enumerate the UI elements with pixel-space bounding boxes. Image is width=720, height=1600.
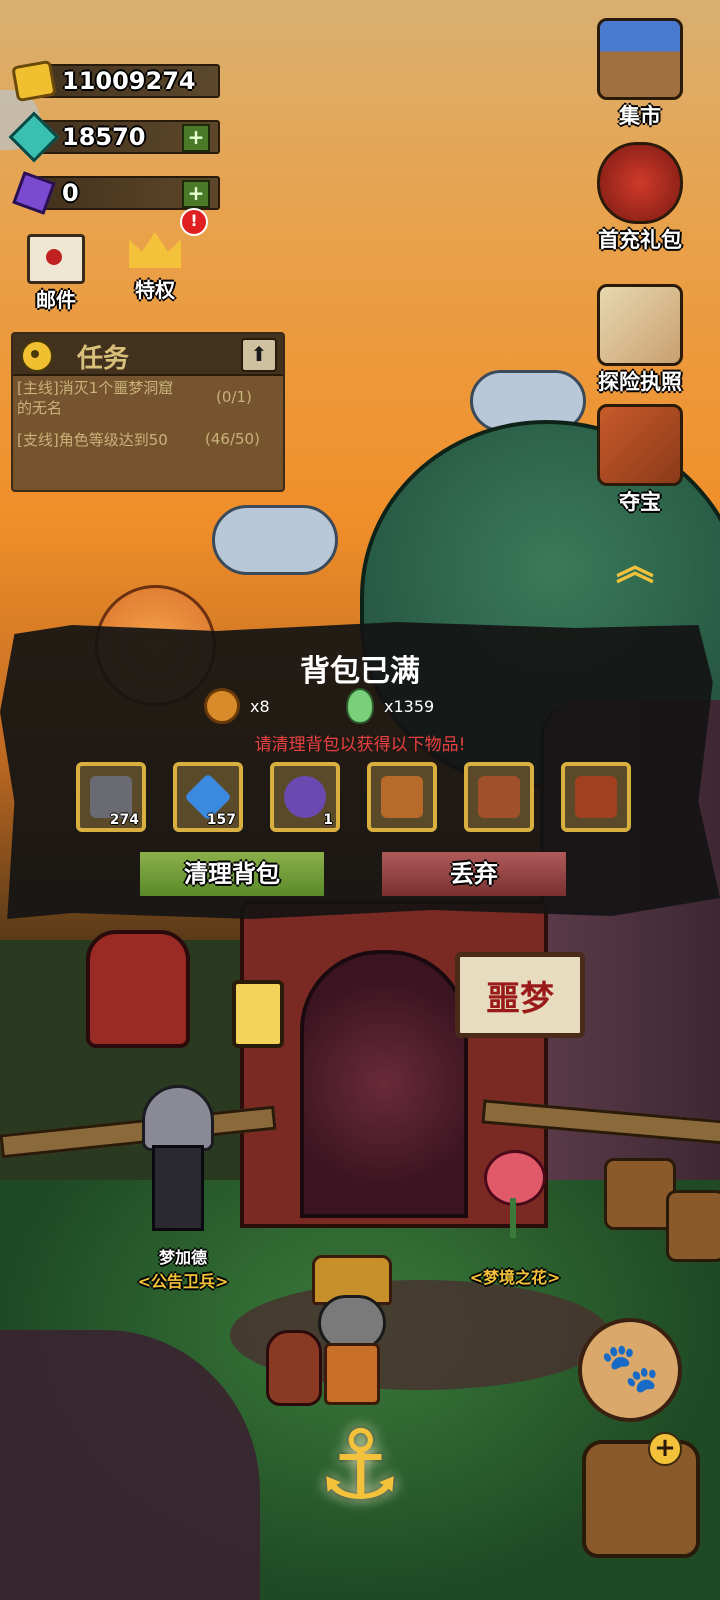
brown-book-icon (381, 776, 423, 818)
gold-value: 11009274 (62, 67, 196, 95)
quest-item[interactable]: [主线]消灭1个噩梦洞窟 的无名 (17, 378, 173, 418)
collapse-quest-button[interactable]: ⬆ (241, 338, 277, 372)
guard-npc-title: <公告卫兵> (137, 1272, 229, 1291)
quest-panel: 任务 ⬆ [主线]消灭1个噩梦洞窟 的无名 (0/1) [支线]角色等级达到50… (11, 332, 285, 492)
reward-amount: x1359 (384, 696, 435, 716)
purple-crystal-icon (12, 171, 56, 215)
gourd-icon (346, 688, 374, 724)
market-button[interactable]: 集市 (585, 18, 695, 130)
gold-icon (11, 59, 57, 103)
quest-progress: (46/50) (205, 430, 260, 448)
anchor-icon[interactable]: ⚓ (290, 1410, 430, 1520)
collapse-menu-chevron-icon[interactable]: ︽ (600, 546, 670, 586)
item-count: 157 (206, 812, 236, 828)
mail-button[interactable]: 邮件 (24, 234, 88, 313)
quest-header: 任务 ⬆ (13, 334, 283, 376)
eye-book-icon (478, 776, 520, 818)
item-slot[interactable] (561, 762, 631, 832)
search-icon[interactable] (21, 340, 53, 372)
gift-box-icon (597, 142, 683, 224)
item-slot[interactable]: 274 (76, 762, 146, 832)
mail-icon (27, 234, 85, 284)
cloud (212, 505, 338, 575)
gem-counter: 18570 + (8, 111, 220, 163)
mail-label: 邮件 (36, 288, 76, 312)
dialog-title: 背包已满 (300, 654, 420, 689)
quest-title: 任务 (77, 344, 130, 374)
coin-icon (204, 688, 240, 724)
quest-item[interactable]: [支线]角色等级达到50 (17, 430, 168, 450)
quest-text-line: 的无名 (17, 399, 63, 417)
gem-value: 18570 (62, 123, 146, 151)
lantern (232, 980, 284, 1048)
discard-button[interactable]: 丢弃 (382, 852, 566, 896)
scroll-quill-icon (597, 284, 683, 366)
item-slot[interactable] (367, 762, 437, 832)
purple-orb-icon (284, 776, 326, 818)
item-count: 1 (323, 812, 333, 828)
nightmare-sign[interactable]: 噩梦 (455, 952, 585, 1038)
item-count: 274 (109, 812, 139, 828)
paw-pet-button[interactable]: 🐾 (578, 1318, 682, 1422)
item-slot[interactable]: 1 (270, 762, 340, 832)
guard-npc-name: 梦加德 (158, 1248, 207, 1267)
reward-gourd: x1359 (346, 688, 434, 724)
clean-bag-button[interactable]: 清理背包 (140, 852, 324, 896)
first-charge-gift-button[interactable]: 首充礼包 (585, 142, 695, 254)
market-label: 集市 (619, 104, 661, 128)
item-slot[interactable]: 157 (173, 762, 243, 832)
quest-progress: (0/1) (216, 388, 252, 406)
privilege-button[interactable]: 特权 (122, 228, 188, 303)
treasure-button[interactable]: 夺宝 (585, 404, 695, 516)
adventure-license-button[interactable]: 探险执照 (585, 284, 695, 396)
dream-flower-npc[interactable] (478, 1150, 548, 1240)
backpack-plus-icon: + (648, 1432, 682, 1466)
crystal-counter: 0 + (12, 171, 220, 215)
privilege-label: 特权 (135, 278, 175, 302)
quest-text-line: [主线]消灭1个噩梦洞窟 (17, 379, 174, 397)
tiki-totem (86, 930, 190, 1048)
barrel (666, 1190, 720, 1262)
first-charge-label: 首充礼包 (598, 228, 682, 252)
treasure-chest-icon (597, 404, 683, 486)
add-crystals-button[interactable]: + (182, 180, 210, 208)
crystal-value: 0 (62, 179, 79, 207)
fence (0, 1105, 277, 1159)
backpack-button[interactable] (582, 1440, 700, 1558)
player-character (300, 1255, 400, 1405)
item-slot[interactable] (464, 762, 534, 832)
market-stall-icon (597, 18, 683, 100)
license-label: 探险执照 (598, 370, 682, 394)
flower-npc-title: <梦境之花> (469, 1268, 561, 1287)
crown-icon (127, 228, 183, 274)
add-gems-button[interactable]: + (182, 124, 210, 152)
reward-coin: x8 (204, 688, 270, 724)
gem-icon (8, 111, 60, 163)
bag-warning-text: 请清理背包以获得以下物品! (254, 735, 466, 755)
reward-amount: x8 (250, 696, 270, 716)
red-gem-book-icon (575, 776, 617, 818)
gold-counter: 11009274 (11, 59, 220, 103)
swirl-portal-door[interactable] (300, 950, 468, 1218)
guard-npc[interactable] (140, 1085, 214, 1235)
treasure-label: 夺宝 (619, 490, 661, 514)
